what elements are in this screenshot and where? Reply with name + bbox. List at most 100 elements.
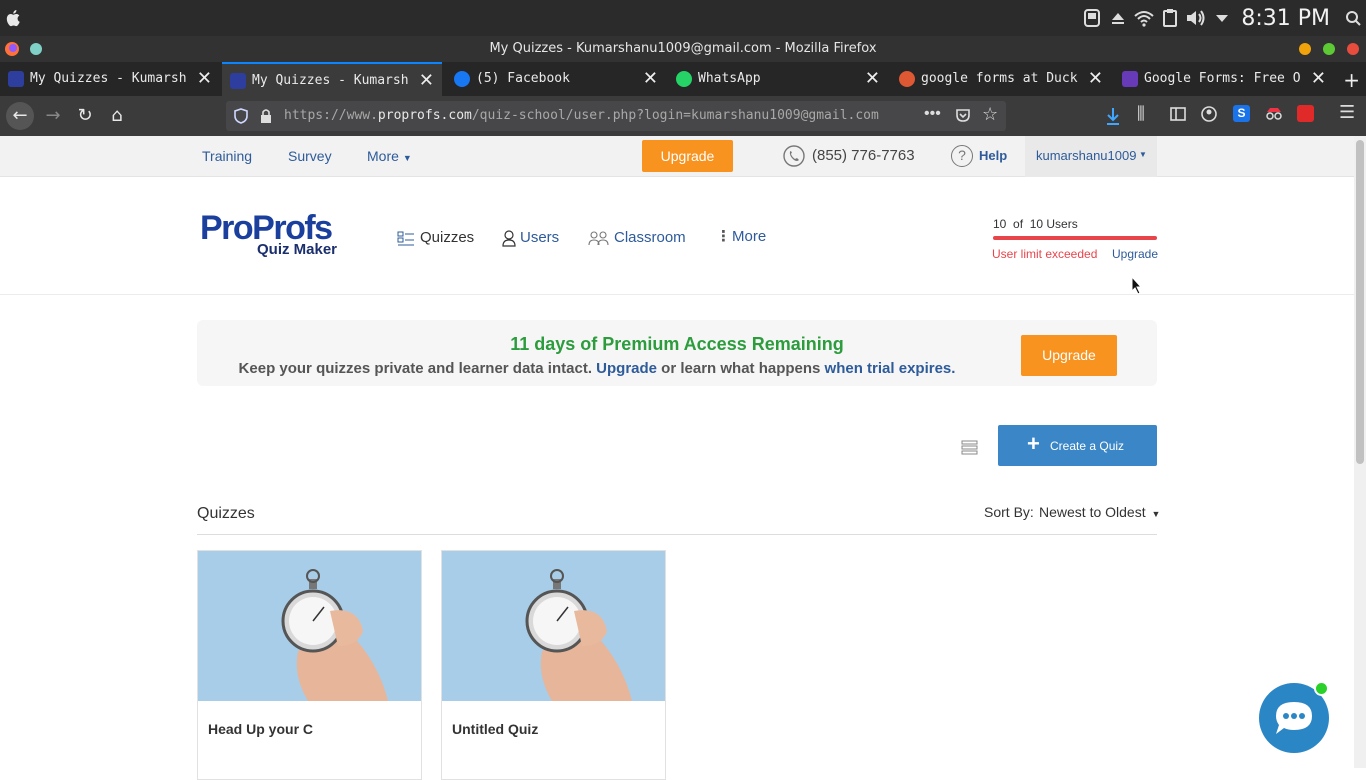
- caret-down-icon: ▼: [1151, 509, 1161, 519]
- lock-icon[interactable]: [260, 108, 272, 124]
- chat-widget-button[interactable]: [1259, 681, 1329, 753]
- close-window-button[interactable]: [1347, 43, 1359, 55]
- trial-upgrade-link[interactable]: Upgrade: [596, 360, 657, 377]
- search-icon[interactable]: [1345, 8, 1361, 28]
- url-bar[interactable]: https://www.proprofs.com/quiz-school/use…: [226, 101, 1006, 131]
- phone-tray-icon[interactable]: [1083, 8, 1101, 28]
- tab-whatsapp[interactable]: WhatsApp ✕: [668, 62, 888, 96]
- training-link[interactable]: Training: [202, 148, 252, 164]
- user-icon: [502, 230, 516, 247]
- list-view-icon[interactable]: [961, 440, 978, 455]
- hamburger-menu-icon[interactable]: ☰: [1339, 102, 1355, 123]
- facebook-icon: [454, 71, 470, 87]
- survey-link[interactable]: Survey: [288, 148, 332, 164]
- reload-button[interactable]: ↻: [73, 104, 97, 128]
- tab-google-forms[interactable]: Google Forms: Free O ✕: [1114, 62, 1334, 96]
- quiz-card[interactable]: Head Up your C: [197, 550, 422, 780]
- trial-subtext-part: or learn what happens: [661, 360, 821, 377]
- quiz-card[interactable]: Untitled Quiz: [441, 550, 666, 780]
- quizzes-heading: Quizzes: [197, 505, 255, 522]
- pen-extension-icon[interactable]: [1297, 105, 1314, 122]
- whatsapp-icon: [676, 71, 692, 87]
- close-tab-icon[interactable]: ✕: [1088, 68, 1103, 89]
- quiz-title[interactable]: Head Up your C: [208, 721, 313, 737]
- close-tab-icon[interactable]: ✕: [1311, 68, 1326, 89]
- plus-icon: +: [1343, 68, 1360, 92]
- bookmark-star-icon[interactable]: ☆: [982, 104, 998, 125]
- divider: [197, 534, 1157, 535]
- apple-icon[interactable]: [6, 9, 20, 27]
- new-tab-button[interactable]: +: [1338, 62, 1366, 96]
- quizzes-icon: [397, 231, 414, 246]
- trial-subtext: Keep your quizzes private and learner da…: [197, 360, 997, 377]
- close-tab-icon[interactable]: ✕: [643, 68, 658, 89]
- more-menu-link[interactable]: More ▼: [367, 148, 412, 164]
- library-icon[interactable]: ⫼: [1137, 104, 1145, 124]
- tab-my-quizzes-2[interactable]: My Quizzes - Kumarsh ✕: [222, 62, 442, 96]
- help-icon[interactable]: ?: [951, 145, 973, 167]
- close-tab-icon[interactable]: ✕: [865, 68, 880, 89]
- close-tab-icon[interactable]: ✕: [419, 70, 434, 91]
- help-link[interactable]: Help: [979, 148, 1007, 163]
- window-title: My Quizzes - Kumarshanu1009@gmail.com - …: [489, 41, 877, 56]
- chevron-down-icon[interactable]: [1214, 8, 1230, 28]
- url-text[interactable]: https://www.proprofs.com/quiz-school/use…: [284, 108, 879, 123]
- kebab-icon: ⋮: [716, 228, 731, 245]
- logo-subtext: Quiz Maker: [257, 241, 338, 258]
- premium-trial-banner: 11 days of Premium Access Remaining Keep…: [197, 320, 1157, 386]
- user-limit-bar: [993, 236, 1157, 240]
- home-button[interactable]: ⌂: [105, 104, 129, 128]
- forward-button[interactable]: →: [41, 104, 65, 128]
- incognito-extension-icon[interactable]: [1265, 106, 1283, 122]
- page-actions-icon[interactable]: •••: [924, 105, 941, 123]
- pocket-icon[interactable]: [955, 107, 971, 123]
- create-quiz-button[interactable]: + Create a Quiz: [998, 425, 1157, 466]
- user-limit-upgrade-link[interactable]: Upgrade: [1112, 247, 1158, 261]
- user-menu[interactable]: kumarshanu1009 ▼: [1025, 136, 1157, 177]
- page-scrollbar[interactable]: [1354, 136, 1366, 768]
- app-header: ProProfs Quiz Maker Quizzes Users Classr…: [0, 177, 1354, 295]
- clock[interactable]: 8:31 PM: [1241, 6, 1330, 31]
- clipboard-icon[interactable]: [1162, 8, 1178, 28]
- account-icon[interactable]: [1201, 106, 1217, 122]
- classroom-icon: [588, 231, 609, 246]
- tab-facebook[interactable]: (5) Facebook ✕: [446, 62, 666, 96]
- skype-extension-icon[interactable]: S: [1233, 105, 1250, 122]
- tab-my-quizzes-1[interactable]: My Quizzes - Kumarsh ✕: [0, 62, 220, 96]
- wifi-icon[interactable]: [1133, 8, 1155, 28]
- tab-strip: My Quizzes - Kumarsh ✕ My Quizzes - Kuma…: [0, 62, 1366, 96]
- trial-expires-link[interactable]: when trial expires: [825, 360, 952, 377]
- download-icon[interactable]: [1104, 106, 1122, 126]
- back-button[interactable]: ←: [6, 102, 34, 130]
- minimize-button[interactable]: [1299, 43, 1311, 55]
- volume-icon[interactable]: [1185, 8, 1207, 28]
- phone-number: (855) 776-7763: [812, 147, 915, 164]
- trial-headline: 11 days of Premium Access Remaining: [510, 334, 844, 354]
- nav-quizzes-label: Quizzes: [420, 229, 475, 246]
- user-limit-bar-fill: [993, 236, 1157, 240]
- sidebar-icon[interactable]: [1170, 106, 1186, 122]
- quiz-title[interactable]: Untitled Quiz: [452, 721, 538, 737]
- google-forms-icon: [1122, 71, 1138, 87]
- tracking-shield-icon[interactable]: [234, 108, 248, 124]
- tab-label: (5) Facebook: [476, 71, 570, 86]
- close-tab-icon[interactable]: ✕: [197, 68, 212, 89]
- eject-icon[interactable]: [1110, 8, 1126, 28]
- trial-subtext-end: .: [951, 360, 956, 377]
- duckduckgo-icon: [899, 71, 915, 87]
- trial-subtext-part: Keep your quizzes private and learner da…: [238, 360, 592, 377]
- proprofs-logo[interactable]: ProProfs Quiz Maker: [200, 211, 337, 258]
- sort-value: Newest to Oldest: [1039, 504, 1146, 520]
- user-name: kumarshanu1009: [1036, 148, 1137, 163]
- nav-classroom-label: Classroom: [614, 229, 686, 246]
- banner-upgrade-button[interactable]: Upgrade: [1021, 335, 1117, 376]
- maximize-button[interactable]: [1323, 43, 1335, 55]
- os-menu-bar: 8:31 PM: [0, 0, 1366, 36]
- sort-dropdown[interactable]: Newest to Oldest ▼: [1039, 504, 1160, 520]
- stopwatch-image: [525, 569, 632, 701]
- scrollbar-thumb[interactable]: [1356, 140, 1364, 464]
- top-upgrade-button[interactable]: Upgrade: [642, 140, 733, 172]
- proprofs-icon: [230, 73, 246, 89]
- tab-duckduckgo[interactable]: google forms at Duck ✕: [891, 62, 1111, 96]
- tab-label: My Quizzes - Kumarsh: [252, 73, 409, 88]
